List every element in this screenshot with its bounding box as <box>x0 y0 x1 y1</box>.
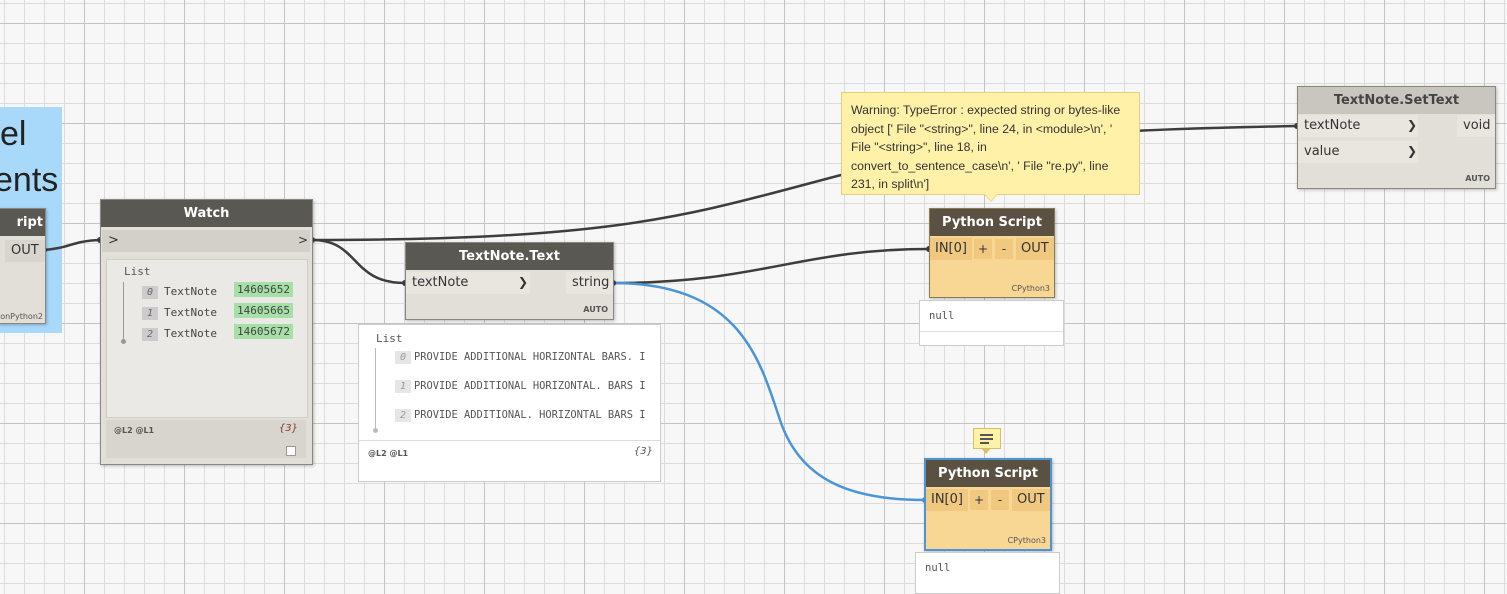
textnote-text-preview[interactable]: List 0 PROVIDE ADDITIONAL HORIZONTAL BARS… <box>358 324 661 482</box>
settext-input-textnote-chevron-icon: ❯ <box>1407 118 1418 132</box>
preview-list-item: 0 PROVIDE ADDITIONAL HORIZONTAL BARS. I <box>395 347 646 364</box>
watch-item-label: TextNote <box>164 327 217 340</box>
textnote-text-title: TextNote.Text <box>406 243 613 270</box>
warning-bubble-tail-inner <box>985 194 997 201</box>
partial-node-engine: onPython2 <box>0 312 43 321</box>
partial-node-title: ript <box>0 209 45 236</box>
python-bottom-title: Python Script <box>926 460 1050 487</box>
textnote-text-output-port[interactable]: string <box>566 272 613 294</box>
settext-title: TextNote.SetText <box>1298 87 1495 114</box>
watch-resize-handle[interactable] <box>286 446 296 456</box>
note-icon-tail <box>981 448 991 454</box>
textnote-settext-node[interactable]: TextNote.SetText textNote ❯ value ❯ void… <box>1297 86 1496 189</box>
python-bottom-remove-input-button[interactable]: - <box>991 490 1009 510</box>
watch-list-bracket <box>123 282 124 342</box>
preview-item-text: PROVIDE ADDITIONAL. HORIZONTAL BARS I <box>414 409 646 421</box>
python-top-input-port[interactable]: IN[0] <box>930 238 972 260</box>
python-bottom-preview[interactable]: null <box>915 552 1060 594</box>
watch-item-value[interactable]: 14605652 <box>234 282 293 297</box>
textnote-text-input-chevron-icon: ❯ <box>518 275 529 289</box>
preview-item-text: PROVIDE ADDITIONAL HORIZONTAL. BARS I <box>414 380 646 392</box>
preview-list-item: 1 PROVIDE ADDITIONAL HORIZONTAL. BARS I <box>395 376 646 393</box>
preview-item-index: 0 <box>395 351 411 364</box>
wire-string-to-python-top[interactable] <box>612 247 930 285</box>
partial-python-node[interactable]: ript OUT onPython2 <box>0 208 46 324</box>
python-bottom-output-port[interactable]: OUT <box>1012 489 1050 511</box>
settext-output-void[interactable]: void <box>1457 115 1495 137</box>
watch-item-index: 0 <box>142 286 158 299</box>
python-bottom-input-port[interactable]: IN[0] <box>926 489 968 511</box>
python-script-node-bottom[interactable]: Python Script IN[0] + - OUT CPython3 <box>924 458 1052 551</box>
textnote-text-lacing[interactable]: AUTO <box>583 305 608 314</box>
watch-item-index: 1 <box>142 307 158 320</box>
python-top-engine[interactable]: CPython3 <box>1012 284 1050 293</box>
python-top-title: Python Script <box>930 209 1054 236</box>
python-top-preview-divider <box>920 331 1063 332</box>
note-icon[interactable] <box>973 428 1001 449</box>
wire-watch-to-settext[interactable] <box>311 124 1298 242</box>
warning-bubble: Warning: TypeError : expected string or … <box>841 92 1140 195</box>
watch-list-bracket-dot <box>121 339 126 344</box>
watch-node[interactable]: Watch > > List 0 TextNote 14605652 1 TextN… <box>100 199 313 465</box>
watch-list-item: 2 TextNote <box>142 324 217 341</box>
preview-levels: @L2 @L1 <box>368 449 409 458</box>
python-bottom-engine[interactable]: CPython3 <box>1008 536 1046 545</box>
preview-item-text: PROVIDE ADDITIONAL HORIZONTAL BARS. I <box>414 351 646 363</box>
settext-input-value[interactable]: value <box>1298 141 1418 163</box>
python-bottom-add-input-button[interactable]: + <box>970 490 988 510</box>
python-top-output-port[interactable]: OUT <box>1016 238 1054 260</box>
watch-item-index: 2 <box>142 328 158 341</box>
watch-input-port[interactable]: > <box>102 230 310 252</box>
python-bottom-preview-value: null <box>925 562 951 574</box>
watch-item-label: TextNote <box>164 306 217 319</box>
watch-item-label: TextNote <box>164 285 217 298</box>
python-top-preview[interactable]: null <box>919 300 1064 346</box>
settext-input-value-chevron-icon: ❯ <box>1407 144 1418 158</box>
preview-list-item: 2 PROVIDE ADDITIONAL. HORIZONTAL BARS I <box>395 405 646 422</box>
watch-title: Watch <box>101 200 312 227</box>
preview-list-bracket-dot <box>373 428 378 433</box>
watch-levels: @L2 @L1 <box>114 426 155 435</box>
python-top-add-input-button[interactable]: + <box>974 239 992 259</box>
preview-list-title: List <box>376 332 403 345</box>
watch-output-port[interactable]: > <box>298 233 308 247</box>
settext-input-textnote[interactable]: textNote <box>1298 115 1418 137</box>
wire-watch-to-textnote-text[interactable] <box>311 238 406 285</box>
preview-count: {3} <box>633 446 653 457</box>
watch-item-value[interactable]: 14605665 <box>234 303 293 318</box>
watch-item-value[interactable]: 14605672 <box>234 324 293 339</box>
python-top-remove-input-button[interactable]: - <box>995 239 1013 259</box>
preview-divider <box>359 440 660 441</box>
python-script-node-top[interactable]: Python Script IN[0] + - OUT CPython3 <box>929 208 1055 298</box>
watch-footer: @L2 @L1 {3} <box>106 420 306 458</box>
watch-count: {3} <box>278 423 298 434</box>
preview-item-index: 2 <box>395 409 411 422</box>
preview-list-bracket <box>375 348 376 430</box>
watch-list-item: 0 TextNote <box>142 282 217 299</box>
python-top-preview-value: null <box>929 310 955 322</box>
watch-display: List 0 TextNote 14605652 1 TextNote 146056… <box>106 259 308 418</box>
watch-list-title: List <box>124 265 151 278</box>
wire-partial-to-watch[interactable] <box>43 238 101 252</box>
settext-lacing[interactable]: AUTO <box>1465 174 1490 183</box>
partial-node-out-port[interactable]: OUT <box>5 240 45 262</box>
textnote-text-input-port[interactable]: textNote <box>406 272 530 294</box>
preview-item-index: 1 <box>395 380 411 393</box>
textnote-text-node[interactable]: TextNote.Text textNote ❯ string AUTO <box>405 242 614 320</box>
watch-list-item: 1 TextNote <box>142 303 217 320</box>
